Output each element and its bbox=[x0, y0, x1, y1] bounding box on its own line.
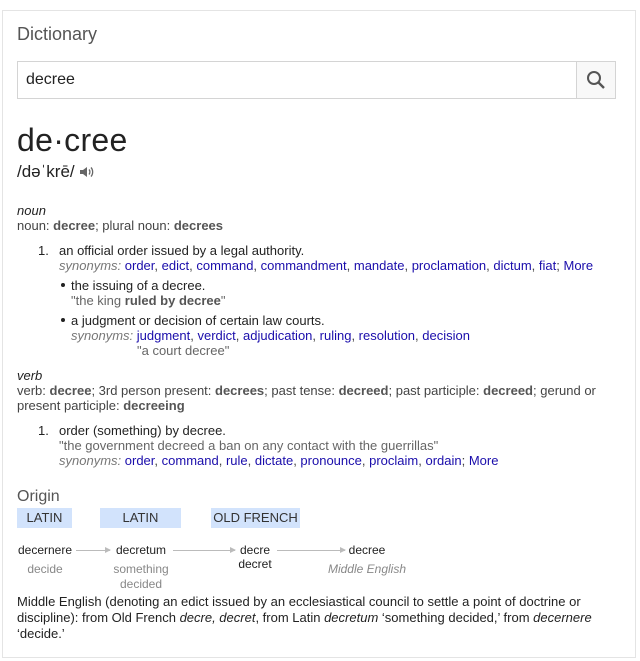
etymology-gloss: Middle English bbox=[327, 562, 407, 576]
etymology-language: LATIN bbox=[17, 508, 72, 528]
sense-number: 1. bbox=[38, 423, 49, 438]
etymology-gloss: something decided bbox=[113, 562, 169, 591]
verb-forms: verb: decree; 3rd person present: decree… bbox=[17, 383, 596, 398]
synonym-link[interactable]: mandate bbox=[354, 258, 405, 273]
synonym-link[interactable]: pronounce bbox=[300, 453, 361, 468]
synonym-link[interactable]: fiat bbox=[539, 258, 556, 273]
synonym-link[interactable]: commandment bbox=[261, 258, 347, 273]
speaker-icon[interactable] bbox=[79, 165, 95, 179]
noun-synonyms-2: synonyms: judgment, verdict, adjudicatio… bbox=[71, 328, 470, 343]
headword: de·cree bbox=[17, 122, 128, 158]
synonym-link[interactable]: dictate bbox=[255, 453, 293, 468]
noun-subdefinition-1: the issuing of a decree. bbox=[71, 278, 206, 293]
synonym-link[interactable]: verdict bbox=[197, 328, 235, 343]
synonym-link[interactable]: judgment bbox=[137, 328, 190, 343]
synonym-link[interactable]: proclamation bbox=[412, 258, 486, 273]
more-synonyms-link[interactable]: More bbox=[563, 258, 593, 273]
etymology-language: OLD FRENCH bbox=[211, 508, 300, 528]
sense-number: 1. bbox=[38, 243, 49, 258]
etymology-language: LATIN bbox=[100, 508, 181, 528]
etymology-arrow bbox=[277, 547, 346, 553]
verb-example-1: "the government decreed a ban on any con… bbox=[59, 438, 439, 453]
etymology-arrow bbox=[76, 547, 111, 553]
verb-forms-cont: present participle: decreeing bbox=[17, 398, 185, 413]
synonyms-label: synonyms: bbox=[59, 453, 122, 468]
synonym-link[interactable]: order bbox=[125, 258, 155, 273]
etymology-word: decernere bbox=[17, 543, 73, 557]
noun-example-1: "the king ruled by decree" bbox=[71, 293, 226, 308]
synonym-link[interactable]: resolution bbox=[359, 328, 415, 343]
etymology-word: decree bbox=[348, 543, 386, 557]
verb-synonyms-1: synonyms: order, command, rule, dictate,… bbox=[59, 453, 499, 468]
synonym-link[interactable]: ruling bbox=[320, 328, 352, 343]
noun-example-2: "a court decree" bbox=[137, 343, 230, 358]
synonyms-label: synonyms: bbox=[71, 328, 134, 343]
synonym-link[interactable]: proclaim bbox=[369, 453, 418, 468]
bullet bbox=[61, 318, 65, 322]
pos-verb: verb bbox=[17, 368, 43, 383]
card-title: Dictionary bbox=[17, 24, 98, 44]
etymology-word: decretum bbox=[115, 543, 167, 557]
synonym-link[interactable]: ordain bbox=[425, 453, 461, 468]
phonetic-text: /dəˈkrē/ bbox=[17, 162, 75, 181]
verb-definition-1: order (something) by decree. bbox=[59, 423, 226, 438]
noun-definition-1: an official order issued by a legal auth… bbox=[59, 243, 305, 258]
synonym-link[interactable]: command bbox=[196, 258, 253, 273]
search-button[interactable] bbox=[576, 61, 616, 99]
etymology-word: decre decret bbox=[238, 543, 272, 571]
synonym-link[interactable]: adjudication bbox=[243, 328, 312, 343]
synonym-link[interactable]: rule bbox=[226, 453, 248, 468]
bullet bbox=[61, 283, 65, 287]
synonym-link[interactable]: decision bbox=[422, 328, 470, 343]
origin-heading: Origin bbox=[17, 488, 60, 505]
etymology-arrow bbox=[173, 547, 236, 553]
search-icon bbox=[587, 71, 605, 89]
synonym-link[interactable]: dictum bbox=[493, 258, 531, 273]
synonym-link[interactable]: edict bbox=[162, 258, 189, 273]
origin-paragraph: Middle English (denoting an edict issued… bbox=[17, 594, 592, 641]
pos-noun: noun bbox=[17, 203, 46, 218]
noun-subdefinition-2: a judgment or decision of certain law co… bbox=[71, 313, 325, 328]
more-synonyms-link[interactable]: More bbox=[469, 453, 499, 468]
synonyms-label: synonyms: bbox=[59, 258, 122, 273]
synonym-link[interactable]: command bbox=[162, 453, 219, 468]
etymology-gloss: decide bbox=[27, 562, 63, 576]
synonym-link[interactable]: order bbox=[125, 453, 155, 468]
noun-synonyms-1: synonyms: order, edict, command, command… bbox=[59, 258, 594, 273]
pronunciation: /dəˈkrē/ bbox=[17, 162, 95, 182]
search-input[interactable]: decree bbox=[17, 61, 577, 99]
noun-forms: noun: decree; plural noun: decrees bbox=[17, 218, 224, 233]
